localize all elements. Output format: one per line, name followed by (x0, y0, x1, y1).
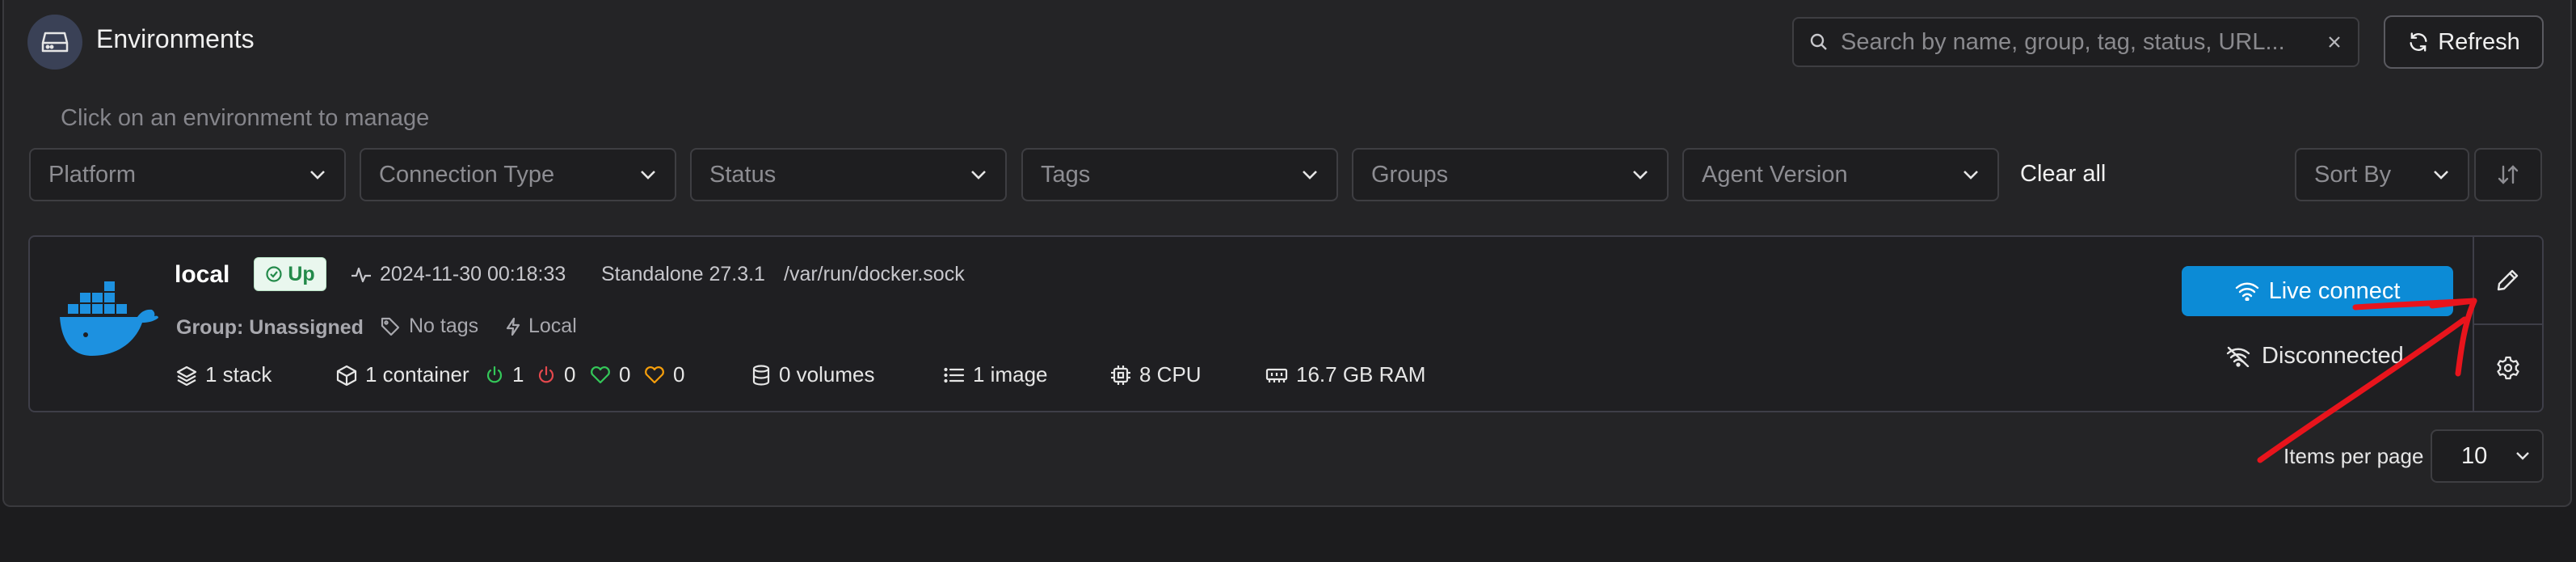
environment-name[interactable]: local (175, 261, 229, 289)
volumes-text: 0 volumes (779, 362, 875, 387)
cpu-icon (1111, 365, 1130, 385)
manage-hint: Click on an environment to manage (61, 105, 430, 131)
layers-icon (176, 366, 197, 386)
cpu-count: 8 CPU (1110, 362, 1202, 387)
groups-filter[interactable]: Groups (1352, 148, 1669, 201)
edit-environment-button[interactable] (2492, 264, 2524, 296)
agent-version-filter-label: Agent Version (1702, 161, 1848, 188)
refresh-label: Refresh (2438, 28, 2520, 55)
connection-type-filter-label: Connection Type (379, 161, 555, 188)
refresh-icon (2407, 31, 2430, 53)
timestamp-text: 2024-11-30 00:18:33 (380, 263, 566, 285)
agent-version-filter[interactable]: Agent Version (1682, 148, 1999, 201)
search-input[interactable] (1839, 27, 2295, 57)
chevron-down-icon (641, 171, 655, 180)
status-badge: Up (254, 257, 326, 291)
refresh-button[interactable]: Refresh (2384, 15, 2544, 69)
list-icon (944, 367, 965, 382)
environment-locality: Local (506, 315, 577, 338)
tag-icon (381, 317, 400, 336)
ram-amount: 16.7 GB RAM (1265, 362, 1425, 387)
memory-icon (1265, 368, 1288, 382)
clear-search-icon[interactable] (2327, 35, 2342, 49)
running-text: 1 (512, 362, 524, 387)
sort-arrows-icon (2498, 165, 2519, 184)
environment-type: Standalone 27.3.1 (601, 263, 765, 285)
items-per-page-value: 10 (2461, 442, 2488, 469)
platform-filter-label: Platform (48, 161, 136, 188)
heart-icon (645, 366, 664, 383)
check-circle-icon (266, 266, 282, 282)
unhealthy-text: 0 (673, 362, 685, 387)
images-count: 1 image (944, 362, 1048, 387)
power-off-icon (538, 366, 554, 382)
activity-icon (351, 267, 371, 282)
sort-by-select[interactable]: Sort By (2295, 148, 2469, 201)
wifi-off-icon (2226, 346, 2250, 367)
heartbeat-timestamp: 2024-11-30 00:18:33 (351, 263, 566, 286)
stacks-count: 1 stack (176, 362, 271, 387)
volumes-count: 0 volumes (751, 362, 875, 387)
platform-filter[interactable]: Platform (29, 148, 346, 201)
environment-group: Group: Unassigned (176, 316, 364, 339)
environment-settings-button[interactable] (2492, 352, 2524, 384)
running-count: 1 (485, 362, 524, 387)
database-icon (752, 364, 770, 386)
status-filter[interactable]: Status (690, 148, 1007, 201)
unhealthy-count: 0 (644, 362, 684, 387)
stopped-count: 0 (537, 362, 575, 387)
card-actions-divider (2473, 323, 2544, 325)
connection-state: Disconnected (2226, 343, 2404, 370)
images-text: 1 image (973, 362, 1048, 387)
tags-filter-label: Tags (1041, 161, 1091, 188)
chevron-down-icon (1303, 171, 1317, 180)
environment-url: /var/run/docker.sock (784, 263, 965, 285)
power-icon (486, 366, 503, 382)
containers-text: 1 container (365, 362, 469, 387)
live-connect-label: Live connect (2268, 277, 2401, 304)
stopped-text: 0 (564, 362, 576, 387)
chevron-down-icon (2516, 452, 2529, 460)
healthy-text: 0 (619, 362, 631, 387)
chevron-down-icon (2434, 171, 2448, 180)
gear-icon (2497, 356, 2519, 380)
chevron-down-icon (310, 171, 325, 180)
items-per-page-select[interactable]: 10 (2431, 429, 2544, 483)
environment-tags: No tags (380, 315, 478, 338)
healthy-count: 0 (590, 362, 630, 387)
containers-count: 1 container (336, 362, 469, 387)
status-filter-label: Status (709, 161, 777, 188)
groups-filter-label: Groups (1371, 161, 1449, 188)
stacks-text: 1 stack (205, 362, 272, 387)
tags-filter[interactable]: Tags (1021, 148, 1338, 201)
items-per-page-label: Items per page (2283, 444, 2424, 468)
connection-state-label: Disconnected (2262, 343, 2404, 369)
clear-all-button[interactable]: Clear all (2020, 161, 2106, 188)
connection-type-filter[interactable]: Connection Type (360, 148, 676, 201)
sort-order-button[interactable] (2474, 148, 2542, 201)
search-box[interactable] (1792, 17, 2359, 67)
pencil-icon (2497, 269, 2519, 291)
chevron-down-icon (971, 171, 986, 180)
locality-text: Local (528, 315, 577, 337)
environments-icon (27, 15, 82, 70)
sort-by-label: Sort By (2314, 161, 2392, 188)
search-icon (1810, 33, 1828, 51)
chevron-down-icon (1633, 171, 1648, 180)
docker-logo-icon (57, 281, 158, 363)
chevron-down-icon (1964, 171, 1978, 180)
tags-text: No tags (409, 315, 479, 337)
zap-icon (506, 317, 520, 336)
page-title: Environments (96, 24, 255, 53)
status-badge-label: Up (288, 262, 315, 285)
heart-icon (591, 366, 610, 383)
cpu-text: 8 CPU (1139, 362, 1202, 387)
box-icon (336, 365, 357, 386)
ram-text: 16.7 GB RAM (1296, 362, 1426, 387)
wifi-icon (2235, 282, 2258, 301)
live-connect-button[interactable]: Live connect (2182, 266, 2453, 316)
